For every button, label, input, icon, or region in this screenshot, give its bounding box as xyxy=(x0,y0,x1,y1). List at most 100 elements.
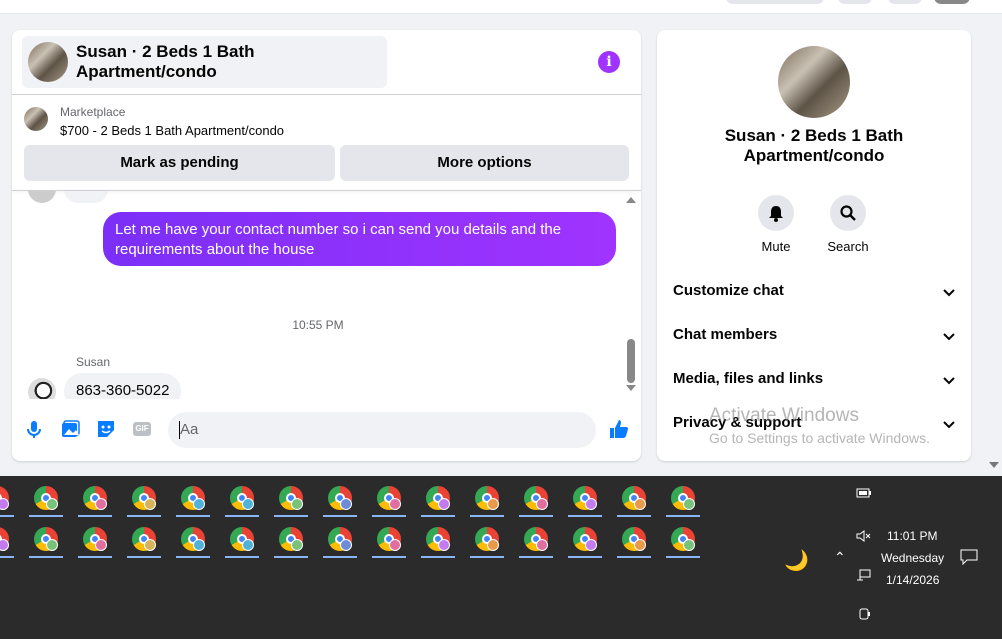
taskbar-row xyxy=(0,519,760,559)
profile-badge xyxy=(389,539,401,551)
taskbar-chrome-window[interactable] xyxy=(566,478,604,518)
taskbar-chrome-window[interactable] xyxy=(272,519,310,559)
conversation-avatar[interactable] xyxy=(778,46,850,118)
volume-muted-icon[interactable] xyxy=(856,529,872,546)
marketplace-thumbnail[interactable] xyxy=(24,107,48,131)
search-icon xyxy=(830,195,866,231)
running-indicator xyxy=(176,515,210,517)
device-icon[interactable] xyxy=(858,607,872,624)
section-customize-chat[interactable]: Customize chat xyxy=(673,282,957,306)
divider xyxy=(12,94,641,95)
profile-badge xyxy=(0,498,9,510)
top-search-pill[interactable] xyxy=(726,0,824,4)
scroll-down-arrow[interactable] xyxy=(626,385,636,391)
more-options-button[interactable]: More options xyxy=(340,145,629,181)
avatar[interactable] xyxy=(28,378,56,399)
night-light-icon[interactable]: 🌙 xyxy=(784,548,809,573)
gif-icon[interactable]: GIF xyxy=(131,418,153,440)
taskbar-chrome-window[interactable] xyxy=(76,478,114,518)
chevron-up-icon[interactable]: ⌃ xyxy=(834,549,846,566)
clock-date[interactable]: 1/14/2026 xyxy=(886,573,939,587)
taskbar-chrome-window[interactable] xyxy=(468,478,506,518)
search-button[interactable]: Search xyxy=(818,195,878,254)
profile-badge xyxy=(242,498,254,510)
listing-thumbnail xyxy=(28,42,68,82)
mark-as-pending-button[interactable]: Mark as pending xyxy=(24,145,335,181)
battery-icon[interactable] xyxy=(856,487,872,502)
page-scroll-down-arrow[interactable] xyxy=(989,462,999,468)
taskbar-chrome-window[interactable] xyxy=(27,478,65,518)
taskbar-chrome-window[interactable] xyxy=(321,478,359,518)
taskbar-chrome-window[interactable] xyxy=(517,478,555,518)
taskbar-chrome-window[interactable] xyxy=(370,519,408,559)
sticker-icon[interactable] xyxy=(95,418,117,440)
running-indicator xyxy=(127,556,161,558)
taskbar-chrome-window[interactable] xyxy=(468,519,506,559)
taskbar-chrome-window[interactable] xyxy=(272,478,310,518)
message-bubble xyxy=(64,191,108,203)
section-chat-members[interactable]: Chat members xyxy=(673,326,957,350)
taskbar-chrome-window[interactable] xyxy=(125,519,163,559)
profile-badge xyxy=(536,498,548,510)
profile-badge xyxy=(193,498,205,510)
network-icon[interactable] xyxy=(856,569,872,586)
taskbar-chrome-window[interactable] xyxy=(174,519,212,559)
taskbar-chrome-window[interactable] xyxy=(615,478,653,518)
outgoing-message[interactable]: Let me have your contact number so i can… xyxy=(103,212,616,266)
photo-icon[interactable] xyxy=(59,418,81,440)
taskbar-chrome-window[interactable] xyxy=(223,519,261,559)
clock-day[interactable]: Wednesday xyxy=(881,551,944,565)
taskbar-chrome-window[interactable] xyxy=(223,478,261,518)
chat-header[interactable]: Susan · 2 Beds 1 Bath Apartment/condo xyxy=(22,36,387,88)
profile-badge xyxy=(242,539,254,551)
chat-panel: Susan · 2 Beds 1 Bath Apartment/condo i … xyxy=(12,30,641,461)
taskbar-chrome-window[interactable] xyxy=(0,519,16,559)
listing-price[interactable]: $700 - 2 Beds 1 Bath Apartment/condo xyxy=(60,123,284,138)
taskbar-chrome-window[interactable] xyxy=(125,478,163,518)
message-input[interactable]: Aa ☺ xyxy=(168,412,596,448)
profile-badge xyxy=(389,498,401,510)
section-label: Chat members xyxy=(673,326,778,343)
info-icon[interactable]: i xyxy=(598,51,620,73)
taskbar-chrome-window[interactable] xyxy=(370,478,408,518)
thumbs-up-icon[interactable] xyxy=(608,418,630,440)
profile-badge xyxy=(46,498,58,510)
taskbar-chrome-window[interactable] xyxy=(419,478,457,518)
running-indicator xyxy=(225,515,259,517)
taskbar-chrome-window[interactable] xyxy=(664,519,702,559)
scrollbar-thumb[interactable] xyxy=(627,339,635,383)
taskbar-chrome-window[interactable] xyxy=(615,519,653,559)
running-indicator xyxy=(274,515,308,517)
taskbar-chrome-window[interactable] xyxy=(76,519,114,559)
taskbar-chrome-window[interactable] xyxy=(174,478,212,518)
taskbar-chrome-window[interactable] xyxy=(321,519,359,559)
running-indicator xyxy=(421,556,455,558)
profile-badge xyxy=(634,498,646,510)
top-icon-button[interactable] xyxy=(888,0,922,4)
microphone-icon[interactable] xyxy=(23,418,45,440)
clock-time[interactable]: 11:01 PM xyxy=(887,529,937,543)
scroll-up-arrow[interactable] xyxy=(626,197,636,203)
section-media-files-links[interactable]: Media, files and links xyxy=(673,370,957,394)
top-icon-button[interactable] xyxy=(838,0,872,4)
profile-badge xyxy=(683,498,695,510)
top-avatar[interactable] xyxy=(934,0,970,4)
taskbar-chrome-window[interactable] xyxy=(419,519,457,559)
profile-badge xyxy=(193,539,205,551)
watermark-title: Activate Windows xyxy=(709,405,859,426)
taskbar-chrome-window[interactable] xyxy=(0,478,16,518)
incoming-message[interactable]: 863-360-5022 xyxy=(64,373,182,399)
running-indicator xyxy=(78,556,112,558)
running-indicator xyxy=(372,515,406,517)
notification-icon[interactable] xyxy=(960,549,978,568)
profile-badge xyxy=(340,498,352,510)
scrollbar[interactable] xyxy=(624,191,638,399)
running-indicator xyxy=(29,556,63,558)
taskbar-chrome-window[interactable] xyxy=(27,519,65,559)
profile-badge xyxy=(585,498,597,510)
taskbar-chrome-window[interactable] xyxy=(566,519,604,559)
running-indicator xyxy=(470,515,504,517)
taskbar-chrome-window[interactable] xyxy=(517,519,555,559)
mute-button[interactable]: Mute xyxy=(746,195,806,254)
taskbar-chrome-window[interactable] xyxy=(664,478,702,518)
